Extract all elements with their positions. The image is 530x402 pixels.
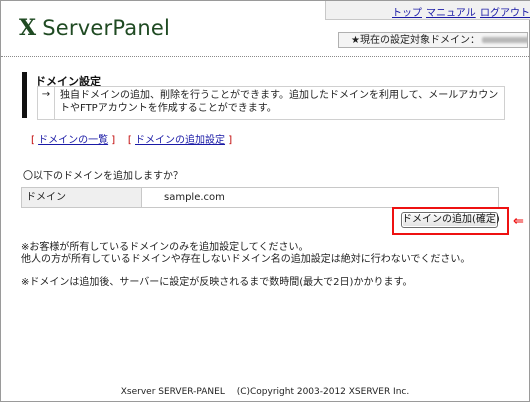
description-box: → 独自ドメインの追加、削除を行うことができます。追加したドメインを利用して、メ… [37,86,505,120]
footer-copyright: Xserver SERVER-PANEL (C)Copyright 2003-2… [120,387,410,397]
arrow-icon: → [38,87,55,119]
description-text: 独自ドメインの追加、削除を行うことができます。追加したドメインを利用して、メール… [60,90,499,114]
header-divider [1,56,529,57]
note-line: ※ドメインは追加後、サーバーに設定が反映されるまで数時間(最大で2日)かかります… [21,277,413,288]
bracket: [ [31,135,35,146]
note-line: 他人の方が所有しているドメインや存在しないドメイン名の追加設定は絶対に行わないで… [21,254,471,265]
current-domain-label: ★現在の設定対象ドメイン： [351,35,480,46]
domain-label: ドメイン [22,188,142,207]
bracket: [ [127,135,132,146]
domain-value: sample.com [164,192,225,203]
add-domain-link[interactable]: ドメインの追加設定 [135,135,225,146]
redacted-domain [481,37,527,43]
logo[interactable]: X ServerPanel [19,15,170,41]
current-domain-box: ★現在の設定対象ドメイン： [338,32,528,48]
domain-list-link[interactable]: ドメインの一覧 [38,135,108,146]
logo-mark: X [19,15,37,41]
nav-manual-link[interactable]: マニュアル [426,4,476,19]
notes: ※お客様が所有しているドメインのみを追加設定してください。 他人の方が所有してい… [21,242,470,289]
nav-logout-link[interactable]: ログアウト [480,4,530,19]
section-title-bar [22,72,27,118]
sub-navigation: [ ドメインの一覧 ] [ ドメインの追加設定 ] [31,131,232,146]
nav-top-link[interactable]: トップ [392,4,422,19]
logo-text: ServerPanel [42,16,170,40]
add-domain-confirm-button[interactable]: ドメインの追加(確定) [401,212,500,228]
domain-row: ドメイン sample.com [21,187,499,208]
bracket: ] [228,135,233,146]
header: X ServerPanel トップ マニュアル ログアウト ★現在の設定対象ドメイ… [1,1,530,57]
left-arrow-icon: ⇐ [513,214,524,229]
note-line: ※お客様が所有しているドメインのみを追加設定してください。 [21,242,309,253]
confirm-question: 〇以下のドメインを追加しますか？ [23,171,183,182]
top-navigation: トップ マニュアル ログアウト [325,1,530,20]
page-frame: X ServerPanel トップ マニュアル ログアウト ★現在の設定対象ドメイ… [0,0,530,402]
bracket: ] [111,135,116,146]
